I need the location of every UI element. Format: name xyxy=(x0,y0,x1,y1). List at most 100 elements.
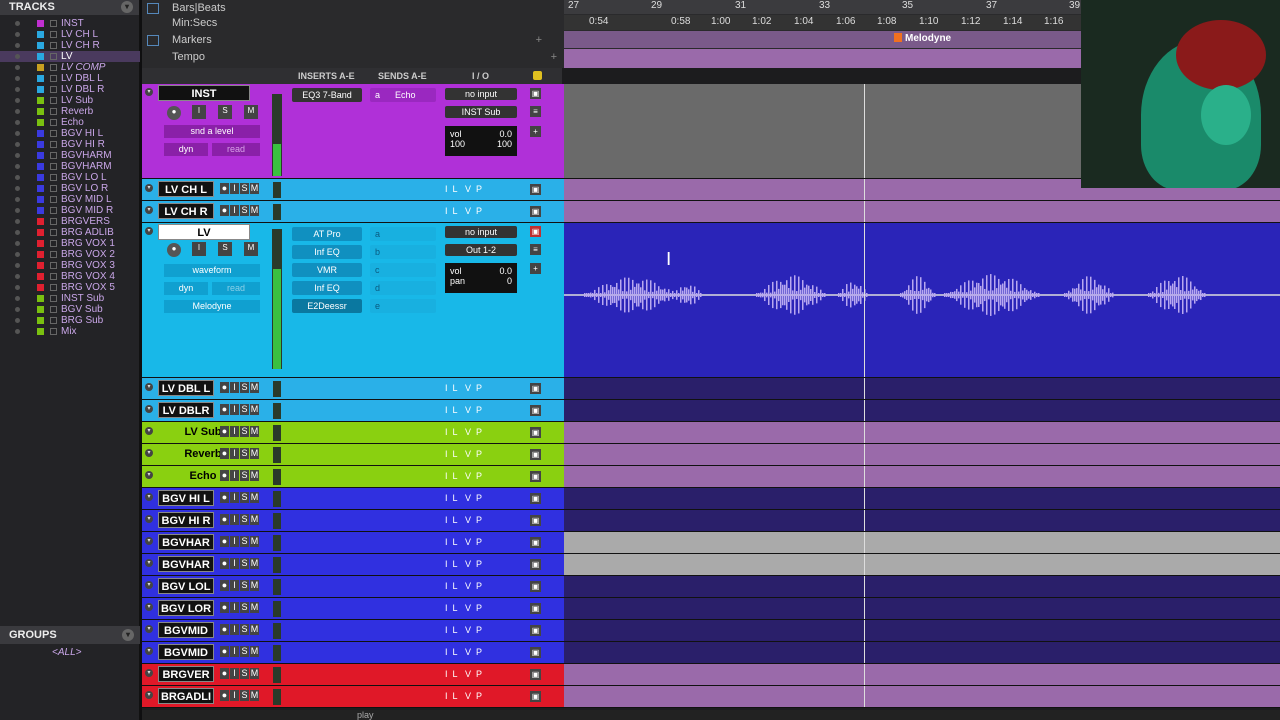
mute-button[interactable]: M xyxy=(250,646,259,657)
input-button[interactable]: I xyxy=(230,448,239,459)
track-list-item[interactable]: BGV HI L xyxy=(0,128,140,139)
record-button[interactable]: ● xyxy=(220,205,229,216)
record-button[interactable]: ● xyxy=(220,492,229,503)
track-list-item[interactable]: BRG VOX 1 xyxy=(0,238,140,249)
solo-button[interactable]: S xyxy=(240,492,249,503)
mute-button[interactable]: M xyxy=(250,404,259,415)
triangle-icon[interactable]: ▾ xyxy=(145,405,153,413)
track-row[interactable]: ▾ BRGADLI ● I S M I L V P ▣ xyxy=(142,686,1280,708)
track-buttons[interactable]: ● I S M xyxy=(220,668,260,679)
record-button[interactable]: ● xyxy=(220,183,229,194)
triangle-icon[interactable]: ▾ xyxy=(145,625,153,633)
record-button[interactable]: ● xyxy=(220,448,229,459)
triangle-icon[interactable]: ▾ xyxy=(145,581,153,589)
track-row[interactable]: ▾ BGV LOR ● I S M I L V P ▣ xyxy=(142,598,1280,620)
window-icon[interactable]: ▣ xyxy=(530,184,541,195)
visibility-dot-icon[interactable] xyxy=(15,142,20,147)
track-name[interactable]: BRGADLI xyxy=(158,688,214,704)
output-select[interactable]: Out 1-2 xyxy=(445,244,517,256)
track-name[interactable]: BGVHAR xyxy=(158,556,214,572)
io-buttons[interactable]: I L V P xyxy=(445,405,482,415)
input-button[interactable]: I xyxy=(230,382,239,393)
shield-icon[interactable] xyxy=(533,71,542,80)
io-buttons[interactable]: I L V P xyxy=(445,383,482,393)
input-button[interactable]: I xyxy=(230,514,239,525)
mute-button[interactable]: M xyxy=(244,105,258,119)
input-select[interactable]: no input xyxy=(445,88,517,100)
visibility-dot-icon[interactable] xyxy=(15,274,20,279)
input-button[interactable]: I xyxy=(230,624,239,635)
mute-button[interactable]: M xyxy=(250,205,259,216)
mute-button[interactable]: M xyxy=(250,470,259,481)
track-list-item[interactable]: BGV MID L xyxy=(0,194,140,205)
ruler-min-row[interactable]: Min:Secs xyxy=(142,15,562,32)
send-slot[interactable]: d xyxy=(370,281,436,295)
record-button[interactable]: ● xyxy=(220,668,229,679)
track-lane[interactable] xyxy=(564,378,1280,399)
add-icon[interactable]: + xyxy=(530,263,541,274)
track-list-item[interactable]: LV xyxy=(0,51,140,62)
visibility-dot-icon[interactable] xyxy=(15,164,20,169)
track-list-item[interactable]: LV CH L xyxy=(0,29,140,40)
record-button[interactable]: ● xyxy=(220,580,229,591)
track-list-item[interactable]: Echo xyxy=(0,117,140,128)
track-row[interactable]: ▾ BGVHAR ● I S M I L V P ▣ xyxy=(142,554,1280,576)
track-list-item[interactable]: BGVHARM xyxy=(0,161,140,172)
insert-slot[interactable]: Inf EQ xyxy=(292,245,362,259)
triangle-icon[interactable]: ▾ xyxy=(145,647,153,655)
io-buttons[interactable]: I L V P xyxy=(445,647,482,657)
track-row[interactable]: ▾ BGVMID ● I S M I L V P ▣ xyxy=(142,642,1280,664)
vol-pan-display[interactable]: vol 0.0 100 100 xyxy=(445,126,517,156)
triangle-icon[interactable]: ▾ xyxy=(145,537,153,545)
insert-slot[interactable]: Inf EQ xyxy=(292,281,362,295)
window-icon[interactable]: ▣ xyxy=(530,383,541,394)
mute-button[interactable]: M xyxy=(244,242,258,256)
io-buttons[interactable]: I L V P xyxy=(445,471,482,481)
visibility-dot-icon[interactable] xyxy=(15,252,20,257)
track-buttons[interactable]: ● I S M xyxy=(220,514,260,525)
track-name[interactable]: BGV LOR xyxy=(158,600,214,616)
track-list-item[interactable]: BRGVERS xyxy=(0,216,140,227)
track-list-item[interactable]: BGV LO L xyxy=(0,172,140,183)
dyn-button[interactable]: dyn xyxy=(164,143,208,156)
io-header[interactable]: I / O xyxy=(472,68,489,84)
visibility-dot-icon[interactable] xyxy=(15,230,20,235)
visibility-dot-icon[interactable] xyxy=(15,87,20,92)
record-button[interactable]: ● xyxy=(167,243,181,257)
track-list-item[interactable]: BRG ADLIB xyxy=(0,227,140,238)
input-button[interactable]: I xyxy=(230,690,239,701)
solo-button[interactable]: S xyxy=(240,183,249,194)
mute-button[interactable]: M xyxy=(250,668,259,679)
track-row[interactable]: ▾ LV Sub ● I S M I L V P ▣ xyxy=(142,422,1280,444)
input-button[interactable]: I xyxy=(230,426,239,437)
window-icon[interactable]: ▣ xyxy=(530,471,541,482)
track-row[interactable]: ▾ BGVMID ● I S M I L V P ▣ xyxy=(142,620,1280,642)
add-tempo-icon[interactable]: + xyxy=(551,49,557,66)
track-lane[interactable] xyxy=(564,642,1280,663)
track-name-lv[interactable]: LV xyxy=(158,224,250,240)
visibility-dot-icon[interactable] xyxy=(15,21,20,26)
track-buttons[interactable]: ● I S M xyxy=(220,382,260,393)
plugin-select[interactable]: Melodyne xyxy=(164,300,260,313)
track-lane[interactable] xyxy=(564,576,1280,597)
solo-button[interactable]: S xyxy=(240,382,249,393)
track-name[interactable]: BGVMID xyxy=(158,644,214,660)
track-list-item[interactable]: LV CH R xyxy=(0,40,140,51)
input-button[interactable]: I xyxy=(230,668,239,679)
track-name[interactable]: LV CH L xyxy=(158,181,214,197)
input-button[interactable]: I xyxy=(230,470,239,481)
track-list-item[interactable]: Mix xyxy=(0,326,140,337)
triangle-icon[interactable]: ▾ xyxy=(145,471,153,479)
insert-slot[interactable]: E2Deessr xyxy=(292,299,362,313)
visibility-dot-icon[interactable] xyxy=(15,296,20,301)
mute-button[interactable]: M xyxy=(250,536,259,547)
automation-mode-select[interactable]: read xyxy=(212,143,260,156)
track-name[interactable]: BGVMID xyxy=(158,622,214,638)
io-buttons[interactable]: I L V P xyxy=(445,449,482,459)
track-lane[interactable] xyxy=(564,422,1280,443)
solo-button[interactable]: S xyxy=(240,624,249,635)
mute-button[interactable]: M xyxy=(250,426,259,437)
ruler-markers-row[interactable]: Markers + xyxy=(142,32,562,49)
track-row[interactable]: ▾ LV CH R ● I S M I L V P ▣ xyxy=(142,201,1280,223)
track-buttons[interactable]: ● I S M xyxy=(220,426,260,437)
